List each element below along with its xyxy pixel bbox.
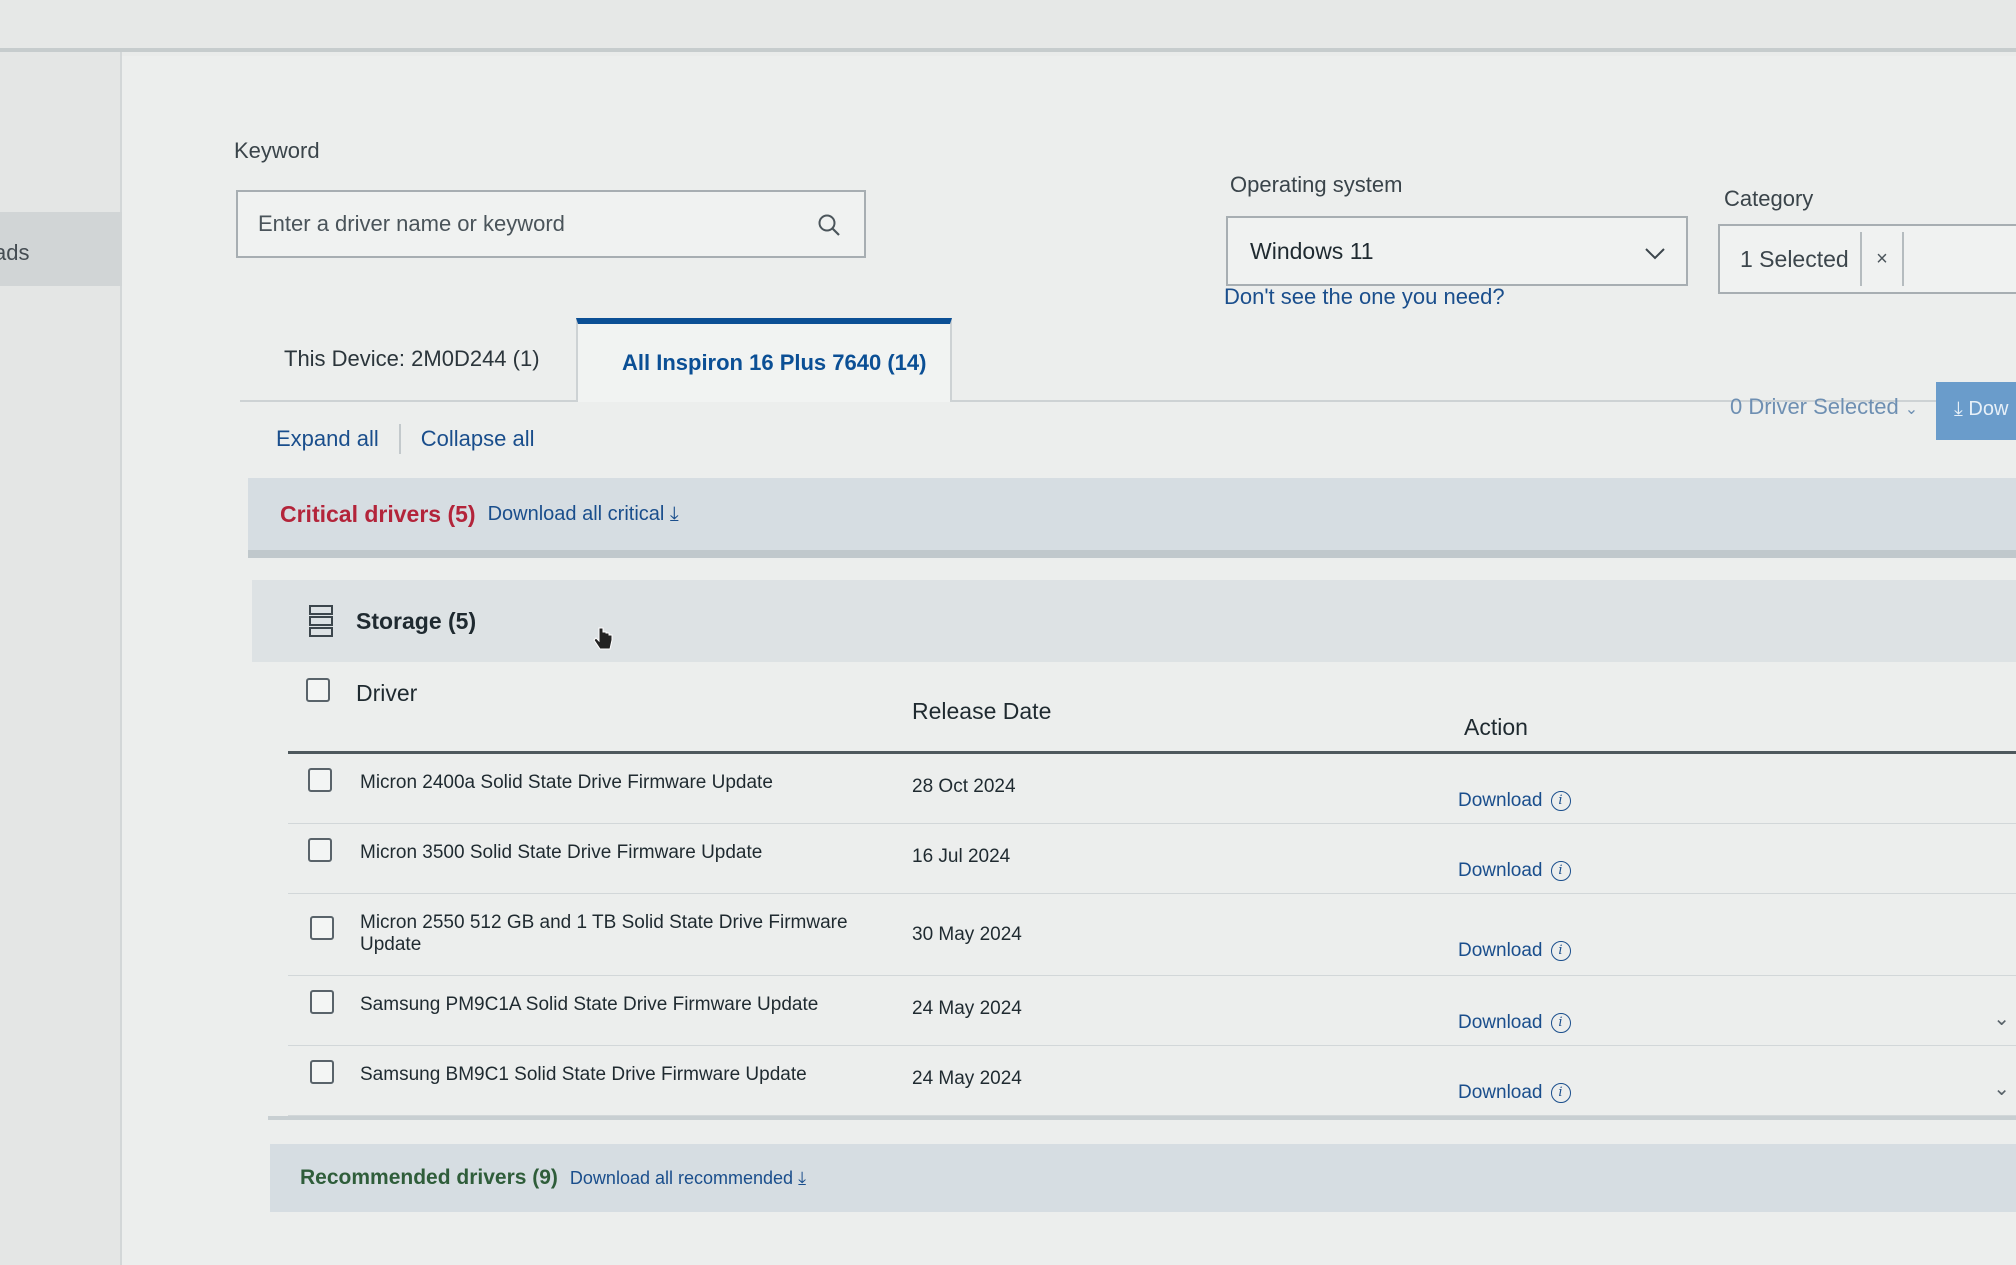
table-row: Micron 3500 Solid State Drive Firmware U… [288, 824, 2016, 894]
storage-icon [309, 605, 333, 637]
row-checkbox[interactable] [308, 768, 332, 792]
tab-label: This Device: 2M0D244 (1) [284, 346, 540, 371]
release-date: 16 Jul 2024 [912, 846, 1011, 867]
info-icon[interactable]: i [1550, 1013, 1571, 1033]
os-selected-value: Windows 11 [1250, 237, 1374, 264]
download-link[interactable]: Download i [1458, 940, 1571, 962]
table-row: Micron 2550 512 GB and 1 TB Solid State … [288, 894, 2016, 976]
chevron-down-icon [1645, 248, 1665, 260]
tab-all-models[interactable]: All Inspiron 16 Plus 7640 (14) [576, 318, 952, 402]
table-row: Samsung PM9C1A Solid State Drive Firmwar… [288, 976, 2016, 1046]
download-icon: ⤓ [1954, 398, 1969, 420]
download-button-label: Dow [1968, 398, 2009, 420]
storage-group-label: Storage (5) [356, 607, 477, 634]
header-release-date: Release Date [912, 698, 1052, 724]
chevron-down-icon: ⌄ [1904, 401, 1919, 418]
table-row: Samsung BM9C1 Solid State Drive Firmware… [288, 1046, 2016, 1116]
download-all-recommended-link[interactable]: Download all recommended ⤓ [570, 1168, 806, 1189]
release-date: 24 May 2024 [912, 1068, 1022, 1089]
download-selected-button[interactable]: ⤓ Dow [1936, 382, 2016, 440]
keyword-search-field[interactable] [236, 190, 866, 258]
os-label: Operating system [1230, 172, 1403, 197]
clear-category-button[interactable]: × [1860, 232, 1904, 286]
header-action: Action [1464, 714, 1528, 740]
download-arrow-icon: ⤓ [669, 502, 679, 525]
drivers-selected-label: 0 Driver Selected [1730, 394, 1899, 419]
download-arrow-icon: ⤓ [798, 1167, 807, 1188]
release-date: 28 Oct 2024 [912, 776, 1016, 797]
driver-name: Samsung PM9C1A Solid State Drive Firmwar… [360, 994, 819, 1015]
critical-drivers-header[interactable]: Critical drivers (5) Download all critic… [248, 478, 2016, 558]
download-all-critical-link[interactable]: Download all critical ⤓ [488, 503, 679, 526]
row-checkbox[interactable] [310, 990, 334, 1014]
download-link[interactable]: Download i [1458, 1082, 1571, 1104]
release-date: 30 May 2024 [912, 924, 1022, 945]
info-icon[interactable]: i [1550, 941, 1571, 961]
select-all-checkbox[interactable] [306, 678, 330, 702]
recommended-drivers-title: Recommended drivers (9) [300, 1166, 558, 1189]
os-help-link[interactable]: Don't see the one you need? [1224, 284, 1505, 310]
category-label: Category [1724, 186, 1814, 211]
os-dropdown[interactable]: Windows 11 [1226, 216, 1688, 286]
sidebar-item-label: ads [0, 240, 30, 265]
top-header-strip [0, 0, 2016, 52]
row-checkbox[interactable] [310, 916, 334, 940]
driver-name: Micron 3500 Solid State Drive Firmware U… [360, 842, 763, 863]
chevron-down-icon[interactable]: ⌄ [1993, 1076, 2010, 1101]
hand-cursor-icon [593, 627, 613, 650]
driver-name: Micron 2400a Solid State Drive Firmware … [360, 772, 773, 793]
table-bottom-rule [268, 1116, 2016, 1120]
category-selected-value: 1 Selected [1740, 245, 1849, 272]
download-link-label: Download [1458, 1082, 1543, 1103]
download-link[interactable]: Download i [1458, 860, 1571, 882]
expand-all-link[interactable]: Expand all [276, 426, 379, 452]
driver-name: Samsung BM9C1 Solid State Drive Firmware… [360, 1064, 807, 1085]
search-icon[interactable] [816, 212, 842, 238]
download-link[interactable]: Download i [1458, 790, 1571, 812]
info-icon[interactable]: i [1550, 1083, 1571, 1103]
category-dropdown[interactable]: 1 Selected × [1718, 224, 2016, 294]
left-sidebar: ads ‹ [0, 52, 124, 1265]
tab-label: All Inspiron 16 Plus 7640 (14) [622, 350, 927, 375]
collapse-all-link[interactable]: Collapse all [421, 426, 535, 452]
drivers-table: Driver Release Date Action Micron 2400a … [268, 668, 2016, 1120]
keyword-input[interactable] [258, 211, 778, 237]
divider [398, 424, 401, 454]
row-checkbox[interactable] [310, 1060, 334, 1084]
chevron-down-icon[interactable]: ⌄ [1993, 1006, 2010, 1031]
download-all-critical-label: Download all critical [487, 502, 665, 525]
row-checkbox[interactable] [308, 838, 332, 862]
expand-collapse-controls: Expand all Collapse all [276, 424, 534, 454]
download-link-label: Download [1458, 1012, 1543, 1033]
drivers-selected-dropdown[interactable]: 0 Driver Selected ⌄ [1730, 394, 1918, 420]
download-link[interactable]: Download i [1458, 1012, 1571, 1034]
keyword-label: Keyword [234, 138, 320, 163]
driver-name: Micron 2550 512 GB and 1 TB Solid State … [360, 912, 848, 955]
release-date: 24 May 2024 [912, 998, 1022, 1019]
device-tabs: This Device: 2M0D244 (1) All Inspiron 16… [240, 318, 2016, 402]
info-icon[interactable]: i [1550, 861, 1571, 881]
critical-drivers-title: Critical drivers (5) [280, 500, 476, 527]
info-icon[interactable]: i [1550, 791, 1571, 811]
recommended-drivers-header[interactable]: Recommended drivers (9) Download all rec… [270, 1144, 2016, 1212]
download-link-label: Download [1458, 860, 1543, 881]
header-driver: Driver [356, 680, 418, 706]
tab-this-device[interactable]: This Device: 2M0D244 (1) [240, 318, 576, 402]
download-all-recommended-label: Download all recommended [569, 1167, 794, 1188]
table-header: Driver Release Date Action [288, 668, 2016, 754]
download-link-label: Download [1458, 790, 1543, 811]
download-link-label: Download [1458, 940, 1543, 961]
sidebar-item-downloads[interactable]: ads [0, 212, 124, 286]
storage-category-row[interactable]: Storage (5) [252, 580, 2016, 662]
table-row: Micron 2400a Solid State Drive Firmware … [288, 754, 2016, 824]
